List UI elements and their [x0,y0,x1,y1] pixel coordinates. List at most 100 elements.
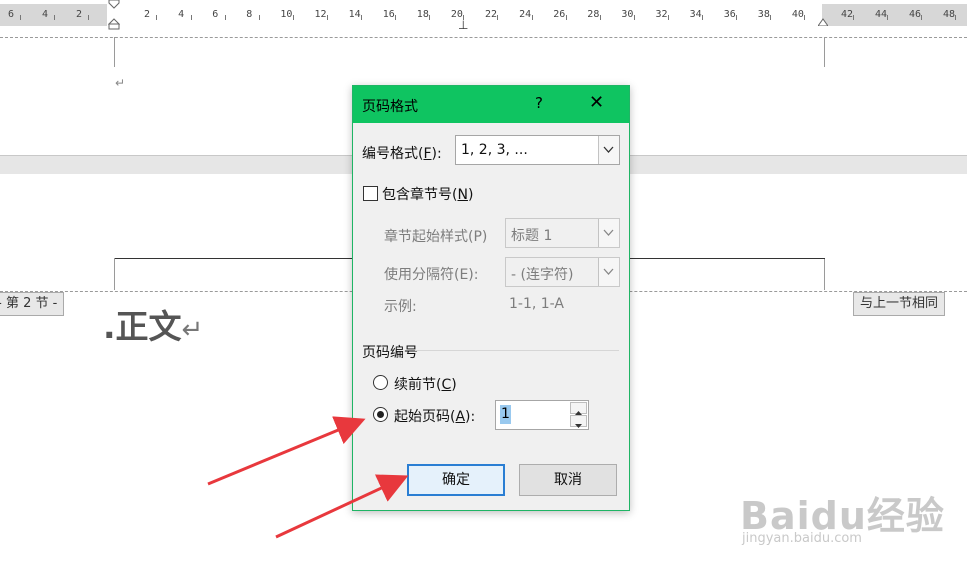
ruler-number: 18 [416,9,429,20]
indent-marker-icon[interactable] [108,0,120,30]
margin-corner-right [824,37,825,67]
ruler-tick [326,15,328,20]
example-value: 1-1, 1-A [509,296,564,312]
ruler-tick [599,15,601,20]
ruler-tick [156,15,158,20]
ruler-number: 36 [723,9,736,20]
help-button[interactable]: ? [535,94,543,112]
start-at-radio[interactable] [373,407,388,422]
ruler-number: 16 [382,9,395,20]
ok-button[interactable]: 确定 [407,464,505,496]
ruler-tick [429,15,431,20]
header-corner-left [114,258,115,290]
ruler-number: 40 [791,9,804,20]
ruler-tick [736,15,738,20]
dialog-title: 页码格式 [362,99,418,115]
ruler-tick [702,15,703,20]
example-label: 示例: [384,299,417,315]
ruler-number: 22 [485,9,498,20]
start-at-spinner[interactable]: 1 [495,400,589,430]
continue-previous-label[interactable]: 续前节(C) [394,374,457,394]
page-numbering-group-label: 页码编号 [362,345,418,361]
ruler-tick [633,15,635,20]
start-at-label[interactable]: 起始页码(A): [394,406,475,426]
ruler-tick [258,15,260,20]
ruler-tick [224,15,226,20]
cancel-button[interactable]: 取消 [519,464,617,496]
dialog-titlebar[interactable]: 页码格式 ? ✕ [353,86,629,123]
margin-corner-left [114,37,115,67]
ruler-number: 48 [943,9,956,20]
header-corner-right [824,258,825,290]
include-chapter-label[interactable]: 包含章节号(N) [382,184,473,204]
ruler-number: 8 [246,9,253,20]
spin-down-icon[interactable] [570,415,587,428]
page-number-format-dialog: 页码格式 ? ✕ 编号格式(F): 1, 2, 3, ... 包含章节号(N) … [352,85,630,511]
chapter-style-value: 标题 1 [511,228,553,244]
chevron-down-icon[interactable] [598,258,619,286]
header-section-tag: 页眉 - 第 2 节 - [0,292,65,316]
spinner-arrows[interactable] [570,402,587,428]
include-chapter-checkbox[interactable] [363,186,378,201]
ruler-tick [804,15,806,20]
right-indent-marker-icon[interactable] [818,16,828,26]
ruler-tick [88,15,90,20]
ruler-tick [853,15,855,20]
separator-value: - (连字符) [511,267,574,283]
separator-label: 使用分隔符(E): [384,267,479,283]
ruler-number: 26 [553,9,566,20]
ruler-number: 24 [519,9,532,20]
ruler-tick [565,15,567,20]
ruler-number: 6 [212,9,219,20]
ruler-tick [361,15,362,20]
ruler-number: 30 [621,9,634,20]
baidu-watermark: Baidu经验 jingyan.baidu.com [740,485,945,546]
ruler-number: 2 [144,9,151,20]
footer-boundary-line [0,37,967,38]
ruler-number: 10 [280,9,293,20]
spin-up-icon[interactable] [570,402,587,415]
ruler-number: 4 [178,9,185,20]
ruler-tick [497,15,499,20]
separator-select[interactable]: - (连字符) [505,257,620,287]
chapter-style-select[interactable]: 标题 1 [505,218,620,248]
ruler-tick [955,15,957,20]
ruler-tick [887,15,889,20]
ruler-number: 46 [909,9,922,20]
ruler-number: 4 [42,9,49,20]
ruler-tick [54,15,56,20]
chapter-style-label: 章节起始样式(P) [384,229,488,245]
ruler-number: 32 [655,9,668,20]
ruler-number: 6 [8,9,15,20]
number-format-label: 编号格式(F): [362,146,442,162]
ruler-number: 14 [348,9,361,20]
ruler-number: 12 [314,9,327,20]
continue-previous-radio[interactable] [373,375,388,390]
ruler-tick [395,15,397,20]
ruler-number: 34 [689,9,702,20]
chevron-down-icon[interactable] [598,136,619,164]
ruler-tick [770,15,772,20]
body-text[interactable]: .正文↵ [103,300,203,348]
ruler-tick [531,15,533,20]
ruler-tick [667,15,669,20]
start-at-value[interactable]: 1 [500,405,511,424]
number-format-select[interactable]: 1, 2, 3, ... [455,135,620,165]
ruler-tick [190,15,192,20]
ruler-number: 44 [875,9,888,20]
ruler-tick [20,15,22,20]
horizontal-ruler[interactable]: 6 4 2 2 4 6 8 10 12 14 16 18 20 22 24 26 28 30 32 34 36 38 40 4… [0,0,967,32]
watermark-url: jingyan.baidu.com [742,531,862,546]
close-icon[interactable]: ✕ [589,92,604,113]
ruler-number: 38 [757,9,770,20]
ruler-tick [921,15,923,20]
chevron-down-icon[interactable] [598,219,619,247]
ruler-number: 42 [841,9,854,20]
paragraph-mark: ↵ [115,76,126,90]
ruler-tick [292,15,294,20]
number-format-value: 1, 2, 3, ... [461,142,528,158]
body-text-label: .正文 [103,307,182,346]
ruler-number: 28 [587,9,600,20]
same-as-previous-tag: 与上一节相同 [853,292,946,316]
group-divider [415,350,619,351]
